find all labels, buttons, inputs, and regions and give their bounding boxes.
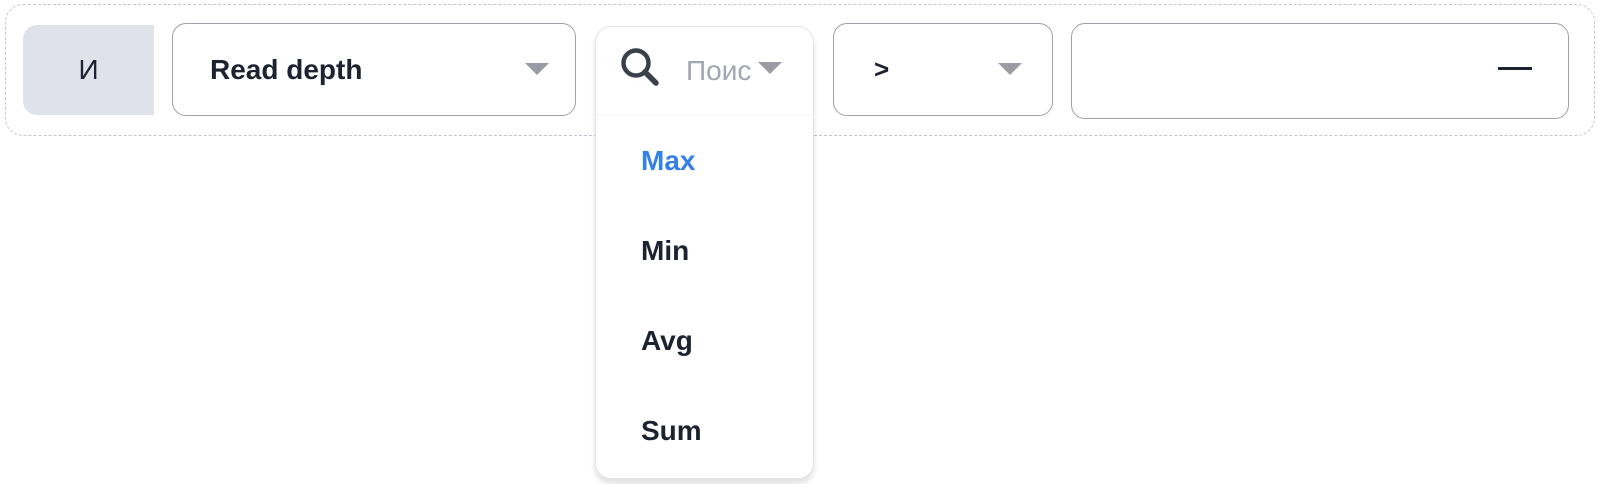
search-icon [621,48,659,86]
field-select[interactable]: Read depth [172,23,576,116]
aggregation-search-bar [596,27,813,116]
field-select-value: Read depth [210,53,363,85]
minus-icon[interactable] [1498,67,1532,70]
aggregation-search-input[interactable] [686,51,751,91]
aggregation-options-list: Max Min Avg Sum [596,116,813,476]
aggregation-option-0[interactable]: Max [596,116,813,206]
conjunction-label: И [23,25,154,115]
value-input[interactable] [1071,23,1569,119]
operator-select[interactable]: > [833,23,1053,116]
caret-down-icon [525,63,549,75]
aggregation-dropdown: MaxMinAvgSum [595,26,814,479]
caret-down-icon [998,63,1022,75]
caret-down-icon[interactable] [758,62,782,74]
aggregation-option-3[interactable]: Sum [596,386,813,476]
operator-select-value: > [874,54,890,84]
aggregation-option-1[interactable]: Min [596,206,813,296]
aggregation-option-2[interactable]: Avg [596,296,813,386]
